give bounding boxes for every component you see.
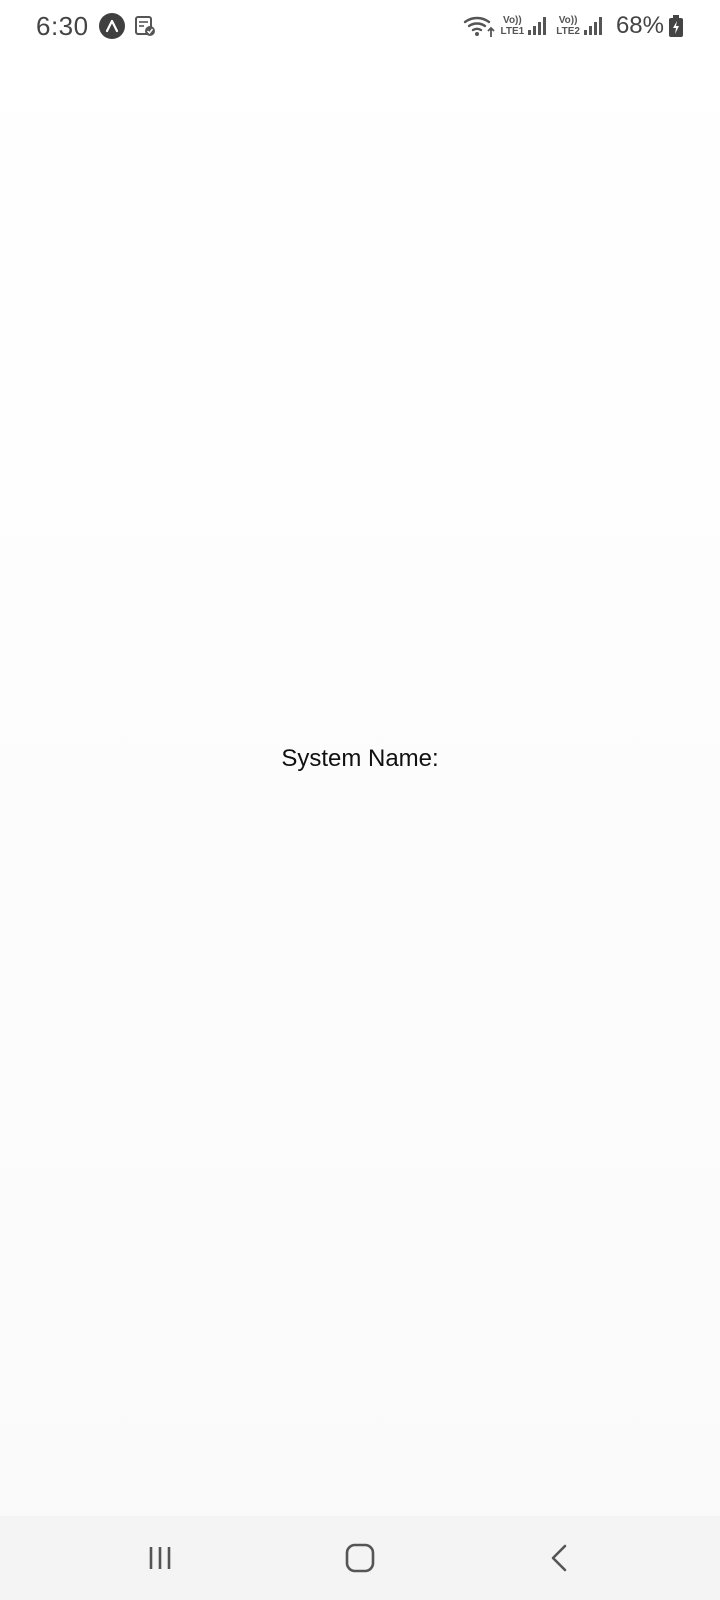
home-icon [345, 1543, 375, 1573]
status-time: 6:30 [36, 10, 89, 41]
volte-lte2-indicator: Vo)) LTE2 [556, 15, 580, 37]
volte1-bottom-label: LTE1 [500, 26, 525, 37]
volte1-top-label: Vo)) [503, 15, 522, 26]
note-check-icon [133, 14, 157, 38]
app-circle-icon [98, 13, 125, 39]
recents-icon [149, 1547, 171, 1569]
home-button[interactable] [320, 1528, 400, 1588]
status-bar-right: Vo)) LTE1 Vo)) LTE2 68% [463, 12, 684, 40]
status-bar: 6:30 Vo)) LTE1 Vo)) LTE2 68% [0, 0, 720, 52]
system-name-label: System Name: [281, 745, 439, 772]
battery-icon [668, 14, 684, 38]
volte-lte1-indicator: Vo)) LTE1 [501, 15, 525, 37]
app-screen: 6:30 Vo)) LTE1 Vo)) LTE2 68% System Name… [0, 0, 720, 1600]
volte2-bottom-label: LTE2 [556, 26, 580, 37]
back-button[interactable] [520, 1528, 600, 1588]
battery-percentage: 68% [615, 12, 664, 39]
signal-icon [582, 15, 604, 37]
wifi-icon [463, 13, 495, 39]
back-icon [551, 1544, 567, 1572]
volte2-top-label: Vo)) [558, 15, 578, 26]
signal-icon [526, 15, 548, 37]
navigation-bar [0, 1516, 720, 1600]
recents-button[interactable] [120, 1528, 200, 1588]
status-bar-left: 6:30 [36, 11, 161, 42]
